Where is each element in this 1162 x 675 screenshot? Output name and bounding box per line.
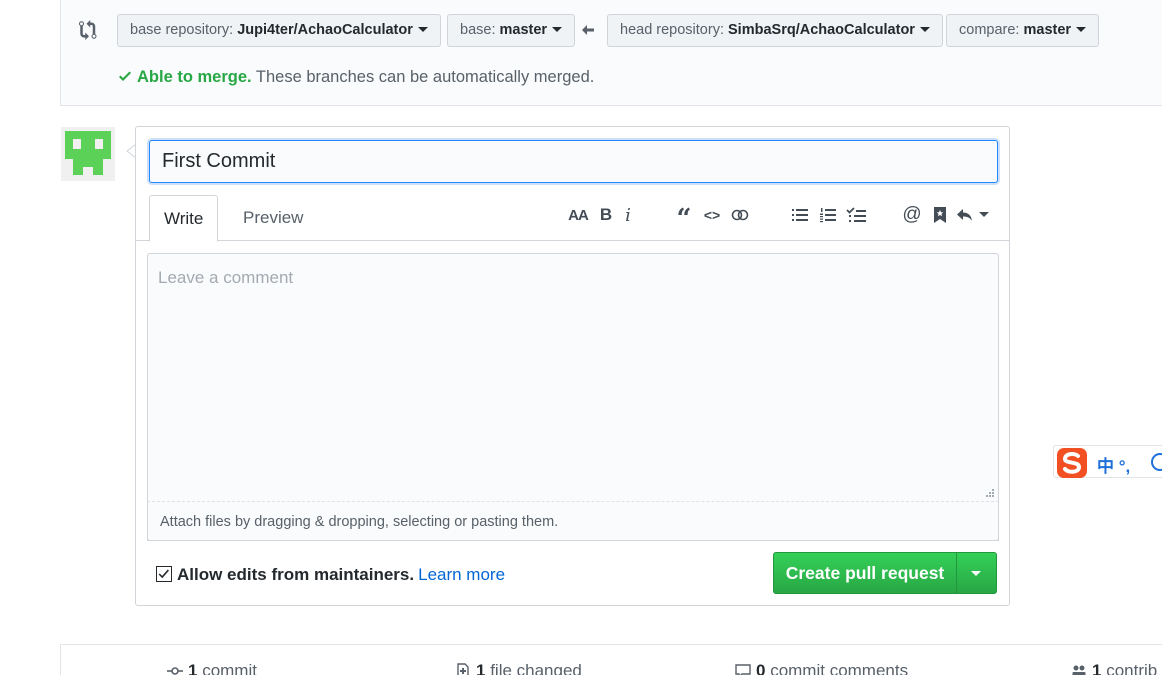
reply-icon[interactable] [954, 203, 990, 227]
smiley-icon [1151, 453, 1162, 471]
files-summary[interactable]: 1 file changed [455, 661, 582, 675]
contributors-label: contrib [1101, 661, 1158, 675]
commits-summary[interactable]: 1 commit [167, 661, 257, 675]
tab-write[interactable]: Write [149, 195, 219, 242]
attach-files-bar[interactable]: Attach files by dragging & dropping, sel… [147, 501, 999, 541]
merge-status: Able to merge. These branches can be aut… [117, 68, 594, 87]
create-pull-request-button[interactable]: Create pull request [773, 552, 957, 594]
new-pr-form: Write Preview AA B i “ <> @ [135, 126, 1010, 606]
allow-edits-label: Allow edits from maintainers. [177, 565, 415, 584]
git-compare-icon [79, 20, 97, 40]
chevron-down-icon [919, 26, 930, 32]
quote-icon[interactable]: “ [672, 203, 696, 234]
file-diff-icon [457, 663, 469, 675]
allow-edits-row: Allow edits from maintainers. Learn more [156, 565, 505, 585]
chevron-down-icon [978, 211, 989, 217]
arrow-left-icon [582, 25, 594, 35]
ime-toolbar[interactable]: 中 °, [1053, 445, 1162, 478]
resize-grip-icon[interactable] [985, 488, 995, 498]
pr-title-input[interactable] [149, 140, 998, 183]
check-icon [158, 569, 169, 579]
people-icon [1072, 665, 1086, 675]
comment-textarea[interactable] [147, 253, 999, 541]
chevron-down-icon [417, 26, 428, 32]
chevron-down-icon [971, 571, 981, 576]
chevron-down-icon [552, 26, 563, 32]
head-repository-select[interactable]: head repository: SimbaSrq/AchaoCalculato… [607, 14, 943, 47]
base-repository-value: Jupi4ter/AchaoCalculator [237, 22, 413, 38]
code-icon[interactable]: <> [700, 203, 724, 227]
link-icon[interactable] [728, 203, 752, 227]
base-branch-label: base: [460, 22, 496, 38]
files-label: file changed [485, 661, 582, 675]
commit-icon [167, 667, 183, 675]
compare-bar: base repository: Jupi4ter/AchaoCalculato… [60, 0, 1162, 106]
create-pr-button-group: Create pull request [773, 552, 997, 594]
create-pr-dropdown-button[interactable] [956, 552, 997, 594]
merge-ok-text: Able to merge. [137, 68, 252, 86]
merge-detail-text: These branches can be automatically merg… [251, 68, 595, 86]
compare-branch-select[interactable]: compare: master [946, 14, 1100, 47]
italic-icon[interactable]: i [616, 203, 640, 227]
tab-preview[interactable]: Preview [229, 195, 317, 242]
ordered-list-icon[interactable] [816, 203, 840, 227]
comments-summary[interactable]: 0 commit comments [735, 661, 908, 675]
heading-icon[interactable]: AA [566, 203, 590, 227]
saved-reply-bookmark-icon[interactable] [928, 203, 952, 227]
avatar[interactable] [61, 127, 115, 181]
base-branch-select[interactable]: base: master [447, 14, 576, 47]
chevron-down-icon [1076, 26, 1087, 32]
comment-icon [735, 664, 751, 675]
task-list-icon[interactable] [844, 203, 868, 227]
base-repository-label: base repository: [130, 22, 234, 38]
head-repository-value: SimbaSrq/AchaoCalculator [728, 22, 915, 38]
comments-label: commit comments [765, 661, 909, 675]
allow-edits-checkbox[interactable] [156, 566, 172, 582]
mention-icon[interactable]: @ [900, 203, 924, 227]
sogou-logo-icon [1057, 448, 1087, 478]
base-repository-select[interactable]: base repository: Jupi4ter/AchaoCalculato… [117, 14, 441, 47]
ime-mode-text: 中 °, [1097, 457, 1131, 476]
contributors-summary[interactable]: 1 contrib [1071, 661, 1157, 675]
base-branch-value: master [499, 22, 548, 38]
head-repository-label: head repository: [620, 22, 724, 38]
bold-icon[interactable]: B [594, 203, 618, 227]
check-icon [119, 71, 131, 81]
compare-branch-value: master [1023, 22, 1072, 38]
pr-summary-bar: 1 commit 1 file changed 0 commit comment… [60, 644, 1162, 675]
compare-branch-label: compare: [959, 22, 1020, 38]
commits-label: commit [197, 661, 257, 675]
unordered-list-icon[interactable] [788, 203, 812, 227]
learn-more-link[interactable]: Learn more [418, 565, 505, 584]
comment-tabs: Write Preview AA B i “ <> @ [136, 193, 1009, 242]
